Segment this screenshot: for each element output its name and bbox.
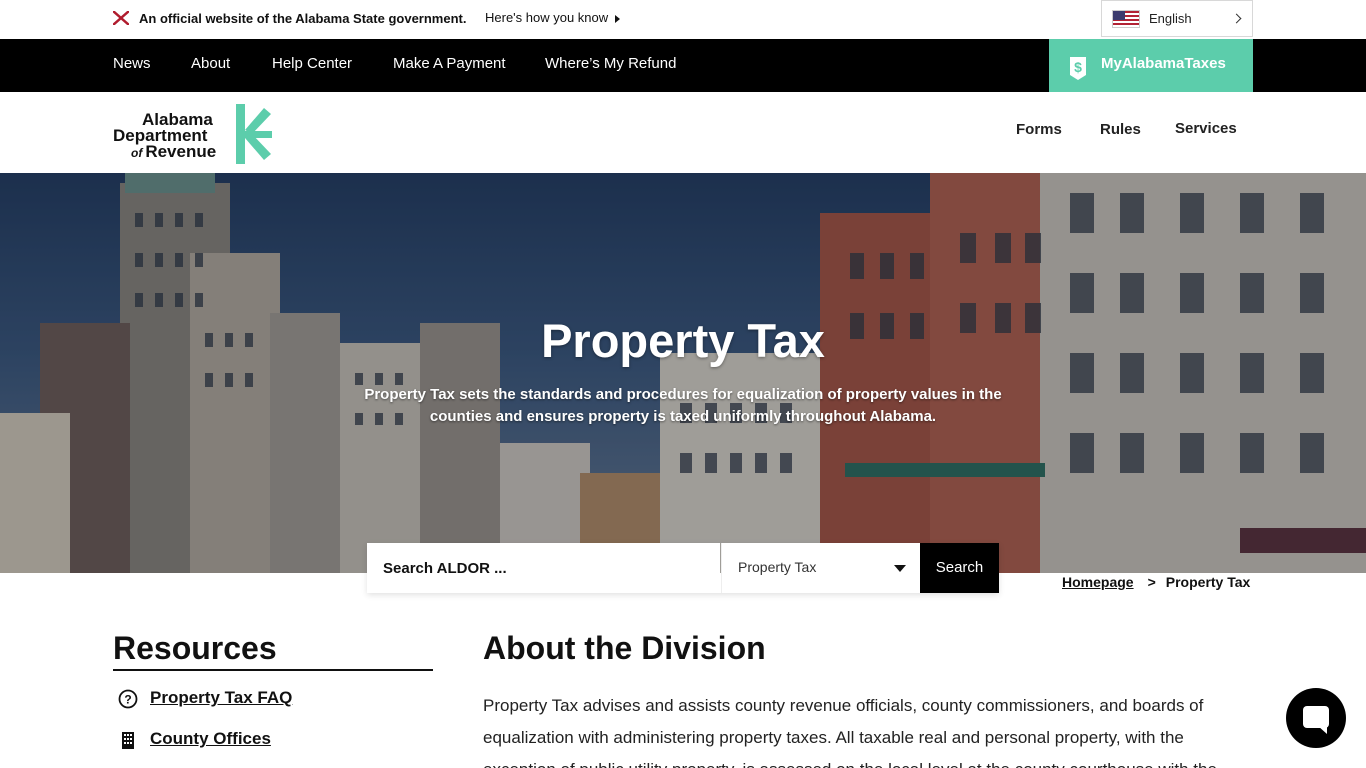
language-selector[interactable]: English xyxy=(1101,0,1253,37)
nav-make-a-payment[interactable]: Make A Payment xyxy=(393,55,506,72)
my-alabama-taxes-button[interactable]: $ MyAlabamaTaxes xyxy=(1049,39,1253,92)
svg-text:?: ? xyxy=(124,693,131,707)
aldor-star-mark-icon xyxy=(236,104,272,164)
nav-about[interactable]: About xyxy=(191,55,230,72)
dropdown-arrow-icon xyxy=(894,565,906,572)
logo-revenue: Revenue xyxy=(145,142,217,161)
caret-right-icon xyxy=(615,14,621,23)
resource-county-offices[interactable]: County Offices xyxy=(113,729,433,753)
breadcrumb-separator: > xyxy=(1147,574,1156,590)
nav-news[interactable]: News xyxy=(113,55,151,72)
nav-help-center[interactable]: Help Center xyxy=(272,55,352,72)
my-alabama-taxes-label: MyAlabamaTaxes xyxy=(1101,55,1226,72)
official-banner: An official website of the Alabama State… xyxy=(0,0,1366,39)
resources-sidebar: Resources ? Property Tax FAQ County Offi… xyxy=(113,630,433,749)
header-nav-forms[interactable]: Forms xyxy=(1016,121,1062,138)
search-scope-select[interactable]: Property Tax xyxy=(721,543,920,593)
chevron-right-icon xyxy=(1231,13,1242,24)
aldor-logo[interactable]: Alabama Department of Revenue xyxy=(113,104,275,166)
language-label: English xyxy=(1149,11,1192,26)
search-input[interactable] xyxy=(367,543,720,593)
resource-property-tax-faq[interactable]: ? Property Tax FAQ xyxy=(113,688,433,712)
heres-how-you-know-link[interactable]: Here's how you know xyxy=(485,10,621,25)
logo-line-revenue: of Revenue xyxy=(131,143,216,160)
svg-text:$: $ xyxy=(1074,59,1082,75)
site-header: Alabama Department of Revenue Forms Rules… xyxy=(0,92,1366,173)
header-nav-services[interactable]: Services xyxy=(1175,120,1237,137)
resources-heading: Resources xyxy=(113,630,433,671)
top-navigation: News About Help Center Make A Payment Wh… xyxy=(0,39,1366,92)
header-nav-rules[interactable]: Rules xyxy=(1100,121,1141,138)
chat-bubble-icon xyxy=(1303,706,1329,728)
hero-subtitle: Property Tax sets the standards and proc… xyxy=(364,386,1002,425)
site-search: Property Tax Search xyxy=(367,543,999,593)
building-icon xyxy=(122,732,134,749)
search-scope-value: Property Tax xyxy=(738,559,817,575)
alabama-flag-icon xyxy=(113,11,129,25)
money-bag-icon: $ xyxy=(1070,57,1086,80)
hero-overlay xyxy=(0,173,1366,573)
breadcrumb-current: Property Tax xyxy=(1165,574,1251,590)
question-circle-icon: ? xyxy=(118,689,138,709)
logo-of: of xyxy=(131,146,143,160)
resource-label: Property Tax FAQ xyxy=(150,688,293,707)
search-button[interactable]: Search xyxy=(920,543,999,593)
official-website-text: An official website of the Alabama State… xyxy=(139,11,467,26)
about-body-text: Property Tax advises and assists county … xyxy=(483,696,1217,768)
chat-widget-button[interactable] xyxy=(1286,688,1346,748)
chat-bubble-tail xyxy=(1318,726,1327,734)
nav-wheres-my-refund[interactable]: Where’s My Refund xyxy=(545,55,676,72)
about-division-section: About the Division Property Tax advises … xyxy=(483,630,1263,768)
us-flag-icon xyxy=(1112,10,1140,28)
heres-how-you-know-label: Here's how you know xyxy=(485,10,609,25)
hero-banner: Property Tax Property Tax sets the stand… xyxy=(0,173,1366,573)
breadcrumb: Homepage > Property Tax xyxy=(1062,574,1250,590)
about-heading: About the Division xyxy=(483,630,766,666)
breadcrumb-home-link[interactable]: Homepage xyxy=(1062,574,1134,590)
page-title: Property Tax xyxy=(541,314,825,367)
resource-label: County Offices xyxy=(150,729,271,748)
